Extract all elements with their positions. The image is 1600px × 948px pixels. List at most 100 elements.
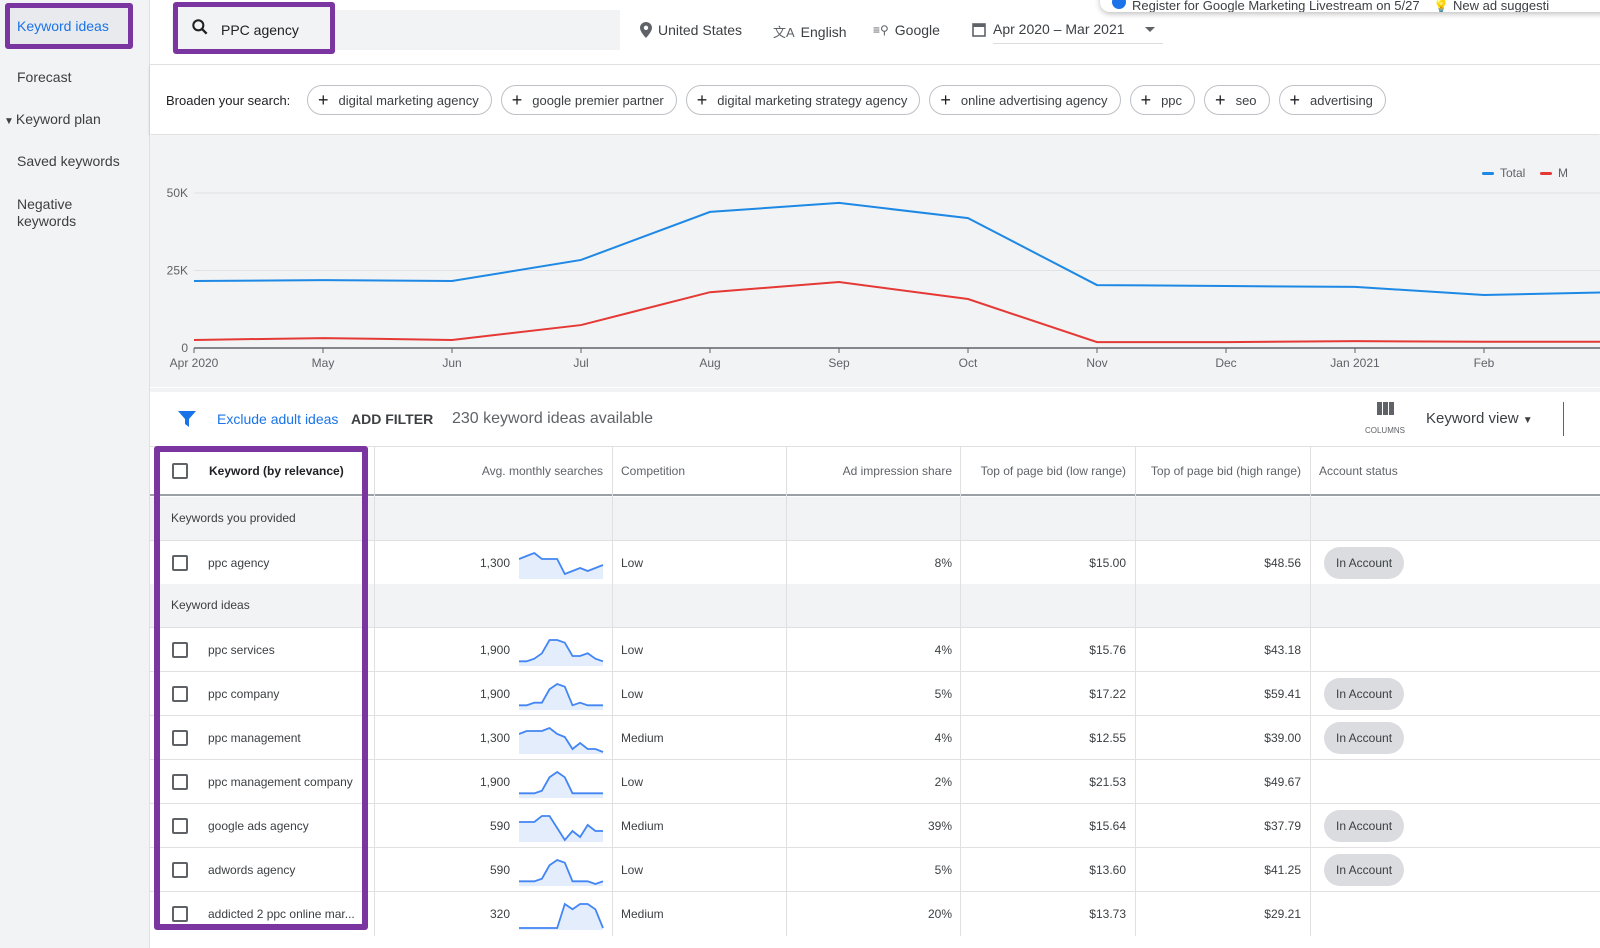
x-tick-label: May xyxy=(312,356,335,370)
keyword-cell: addicted 2 ppc online mar... xyxy=(208,907,355,921)
column-divider xyxy=(786,446,787,936)
competition-cell: Medium xyxy=(621,731,664,745)
header-account-status[interactable]: Account status xyxy=(1319,446,1398,496)
row-checkbox[interactable] xyxy=(172,716,188,760)
row-checkbox[interactable] xyxy=(172,848,188,892)
legend-label: Total xyxy=(1500,166,1526,180)
broaden-chip[interactable]: + digital marketing agency xyxy=(307,85,492,115)
chart-area: 0 25K 50K Apr 2020 May Jun Jul Aug Sep Oct Nov Dec J… xyxy=(150,135,1600,387)
notification-text-2[interactable]: New ad suggesti xyxy=(1453,0,1549,12)
sidebar-item-label: Keyword ideas xyxy=(17,18,109,34)
table-row[interactable]: ppc management 1,300 Medium 4% $12.55 $3… xyxy=(150,715,1600,759)
select-all-checkbox[interactable] xyxy=(172,446,188,496)
account-status-badge: In Account xyxy=(1324,547,1405,579)
broaden-chip[interactable]: + google premier partner xyxy=(500,85,677,115)
sidebar-item-negative-keywords[interactable]: Negative keywords xyxy=(17,196,87,230)
columns-button[interactable]: COLUMNS xyxy=(1362,402,1408,435)
sidebar-item-keyword-plan[interactable]: ▼ Keyword plan xyxy=(4,111,101,130)
language-selector[interactable]: 文A English xyxy=(773,22,847,41)
impression-share-cell: 5% xyxy=(934,687,952,701)
plus-icon: + xyxy=(318,89,329,110)
table-row[interactable]: adwords agency 590 Low 5% $13.60 $41.25 … xyxy=(150,847,1600,891)
keyword-view-dropdown[interactable]: Keyword view ▼ xyxy=(1426,410,1533,427)
trend-sparkline[interactable] xyxy=(519,724,605,754)
search-network-icon: ≡⚲ xyxy=(873,23,889,37)
header-competition[interactable]: Competition xyxy=(621,446,685,496)
add-filter-button[interactable]: ADD FILTER xyxy=(351,411,433,427)
date-range-selector[interactable]: Apr 2020 – Mar 2021 xyxy=(993,14,1163,44)
searches-cell: 1,900 xyxy=(479,643,510,657)
series-line-total xyxy=(193,201,1600,296)
chip-label: advertising xyxy=(1310,92,1373,108)
sparkline-fill xyxy=(519,640,603,666)
chip-label: seo xyxy=(1235,92,1257,108)
sidebar-item-saved-keywords[interactable]: Saved keywords xyxy=(17,153,120,170)
table-row[interactable]: ppc company 1,900 Low 5% $17.22 $59.41 I… xyxy=(150,671,1600,715)
network-selector[interactable]: ≡⚲ Google xyxy=(873,22,940,38)
trend-sparkline[interactable] xyxy=(519,768,605,798)
notification-banner[interactable]: Register for Google Marketing Livestream… xyxy=(1100,0,1600,12)
header-bid-low[interactable]: Top of page bid (low range) xyxy=(968,446,1126,496)
table-row[interactable]: addicted 2 ppc online mar... 320 Medium … xyxy=(150,891,1600,935)
searches-cell: 1,900 xyxy=(479,687,510,701)
row-checkbox[interactable] xyxy=(172,804,188,848)
impression-share-cell: 20% xyxy=(927,907,952,921)
columns-label: COLUMNS xyxy=(1364,426,1405,435)
sidebar-item-keyword-ideas[interactable]: Keyword ideas xyxy=(5,3,133,49)
row-checkbox[interactable] xyxy=(172,760,188,804)
broaden-chip[interactable]: + advertising xyxy=(1278,85,1386,115)
legend-total[interactable]: Total xyxy=(1482,166,1525,180)
trend-sparkline[interactable] xyxy=(519,680,605,710)
table-row[interactable]: ppc services 1,900 Low 4% $15.76 $43.18 xyxy=(150,627,1600,671)
broaden-chip[interactable]: + seo xyxy=(1204,85,1270,115)
header-impression-share[interactable]: Ad impression share xyxy=(790,446,952,496)
competition-cell: Low xyxy=(621,775,644,789)
competition-cell: Low xyxy=(621,687,644,701)
row-checkbox[interactable] xyxy=(172,628,188,672)
group-keywords-provided: Keywords you provided xyxy=(150,497,1600,541)
broaden-chip[interactable]: + online advertising agency xyxy=(929,85,1121,115)
exclude-adult-ideas-link[interactable]: Exclude adult ideas xyxy=(217,411,338,427)
broaden-chip[interactable]: + ppc xyxy=(1129,85,1196,115)
location-selector[interactable]: United States xyxy=(640,22,742,38)
plus-icon: + xyxy=(1289,89,1301,110)
bid-low-cell: $13.73 xyxy=(1089,907,1126,921)
table-row[interactable]: ppc management company 1,900 Low 2% $21.… xyxy=(150,759,1600,803)
trend-sparkline[interactable] xyxy=(519,636,605,666)
trend-sparkline[interactable] xyxy=(519,549,605,579)
trend-sparkline[interactable] xyxy=(519,812,605,842)
plus-icon: + xyxy=(940,89,951,110)
bid-high-cell: $48.56 xyxy=(1264,556,1301,570)
dropdown-caret-icon xyxy=(1145,27,1155,32)
header-avg-searches[interactable]: Avg. monthly searches xyxy=(380,446,603,496)
x-tick-label: Jan 2021 xyxy=(1330,356,1380,370)
competition-cell: Medium xyxy=(621,907,664,921)
y-tick-label: 25K xyxy=(167,264,188,278)
legend-mobile[interactable]: M xyxy=(1540,166,1568,180)
translate-icon: 文A xyxy=(773,25,795,40)
bid-high-cell: $43.18 xyxy=(1264,643,1301,657)
trend-sparkline[interactable] xyxy=(519,900,605,930)
divider xyxy=(1563,402,1564,436)
row-checkbox[interactable] xyxy=(172,672,188,716)
table-row[interactable]: google ads agency 590 Medium 39% $15.64 … xyxy=(150,803,1600,847)
notification-text[interactable]: Register for Google Marketing Livestream… xyxy=(1132,0,1420,12)
plus-icon: + xyxy=(1140,89,1152,110)
broaden-chip[interactable]: + digital marketing strategy agency xyxy=(685,85,921,115)
legend-swatch-mobile xyxy=(1540,171,1552,175)
x-tick-label: Nov xyxy=(1086,356,1107,370)
sidebar-item-forecast[interactable]: Forecast xyxy=(17,69,71,86)
sidebar: Keyword ideas Forecast ▼ Keyword plan Sav… xyxy=(0,0,150,948)
table-row[interactable]: ppc agency 1,300 Low 8% $15.00 $48.56 In… xyxy=(150,540,1600,584)
row-checkbox[interactable] xyxy=(172,541,188,585)
searches-cell: 320 xyxy=(489,907,510,921)
search-input[interactable]: PPC agency xyxy=(173,2,335,54)
keyword-cell: google ads agency xyxy=(208,819,309,833)
keyword-cell: ppc services xyxy=(208,643,275,657)
header-bid-high[interactable]: Top of page bid (high range) xyxy=(1150,446,1301,496)
row-checkbox[interactable] xyxy=(172,892,188,936)
trend-sparkline[interactable] xyxy=(519,856,605,886)
filter-icon[interactable] xyxy=(178,410,196,428)
header-keyword[interactable]: Keyword (by relevance) xyxy=(209,446,344,496)
sparkline-fill xyxy=(519,816,603,842)
